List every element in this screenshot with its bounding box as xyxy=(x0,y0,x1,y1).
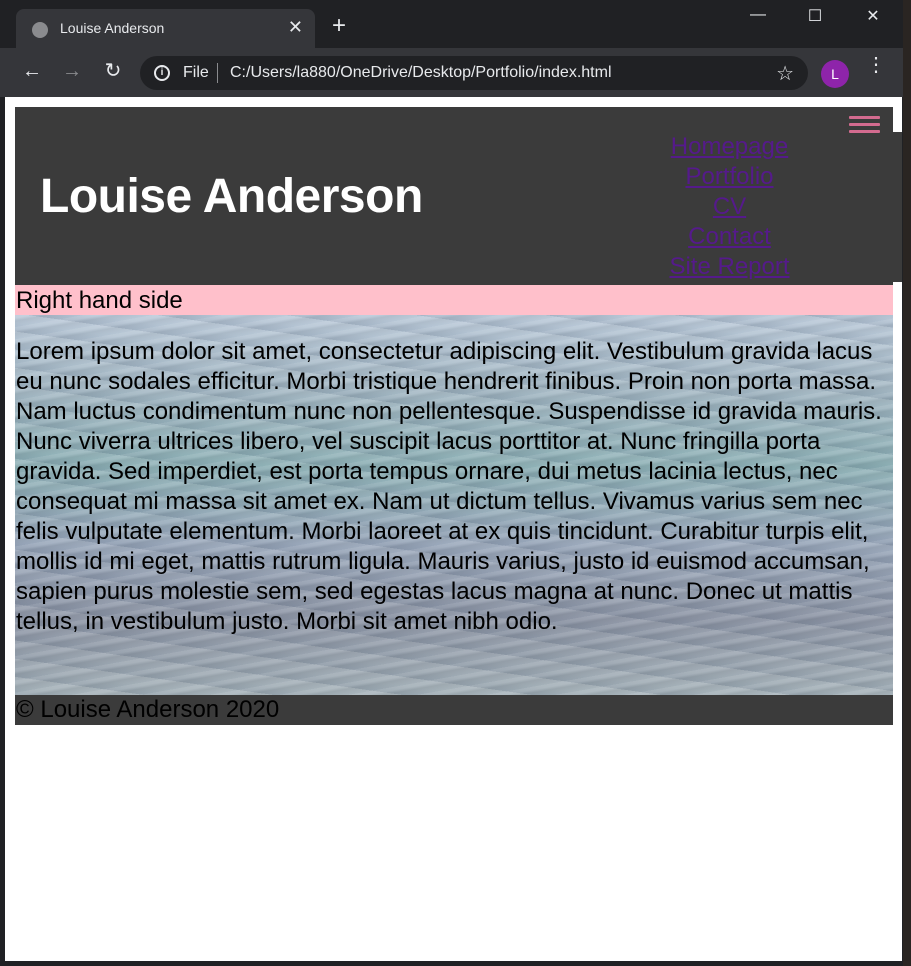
minimize-button[interactable]: — xyxy=(735,6,781,24)
nav-link-contact[interactable]: Contact xyxy=(647,222,812,252)
url-scheme: File xyxy=(183,64,209,81)
hamburger-line xyxy=(849,123,880,126)
address-bar[interactable]: i File C:/Users/la880/OneDrive/Desktop/P… xyxy=(140,56,808,90)
site-header: Louise Anderson Homepage Portfolio CV Co… xyxy=(15,107,893,285)
body-text: Lorem ipsum dolor sit amet, consectetur … xyxy=(16,338,882,635)
close-icon[interactable]: ✕ xyxy=(288,17,303,37)
site-footer: © Louise Anderson 2020 xyxy=(15,695,893,725)
nav-link-cv[interactable]: CV xyxy=(647,192,812,222)
nav-link-portfolio[interactable]: Portfolio xyxy=(647,162,812,192)
nav-link-homepage[interactable]: Homepage xyxy=(647,132,812,162)
hamburger-icon[interactable] xyxy=(849,116,880,133)
banner-text: Right hand side xyxy=(16,287,183,314)
hamburger-line xyxy=(849,116,880,119)
browser-tab[interactable]: Louise Anderson ✕ xyxy=(16,9,315,49)
tab-title: Louise Anderson xyxy=(60,20,165,36)
globe-icon xyxy=(32,22,48,38)
site-nav: Homepage Portfolio CV Contact Site Repor… xyxy=(647,132,812,282)
side-panel-edge xyxy=(893,132,902,282)
divider xyxy=(217,63,218,83)
profile-avatar[interactable]: L xyxy=(821,60,849,88)
footer-text: © Louise Anderson 2020 xyxy=(16,696,280,723)
forward-arrow-icon[interactable]: → xyxy=(60,60,84,82)
back-arrow-icon[interactable]: ← xyxy=(20,60,44,82)
site-title: Louise Anderson xyxy=(40,170,423,223)
main-content: Lorem ipsum dolor sit amet, consectetur … xyxy=(15,315,893,695)
star-icon[interactable]: ☆ xyxy=(776,61,794,86)
reload-icon[interactable]: ↻ xyxy=(101,60,125,82)
url-text[interactable]: C:/Users/la880/OneDrive/Desktop/Portfoli… xyxy=(230,64,612,82)
window-close-button[interactable]: ✕ xyxy=(850,6,896,26)
banner: Right hand side xyxy=(15,285,893,315)
plus-icon[interactable]: + xyxy=(332,14,346,38)
browser-window: Louise Anderson ✕ + — ☐ ✕ ← → ↻ i File C… xyxy=(0,0,903,966)
page-viewport: Louise Anderson Homepage Portfolio CV Co… xyxy=(5,97,902,961)
browser-toolbar: ← → ↻ i File C:/Users/la880/OneDrive/Des… xyxy=(0,48,903,97)
nav-link-site-report[interactable]: Site Report xyxy=(647,252,812,282)
more-vert-icon[interactable]: ⋮ xyxy=(866,55,886,75)
maximize-button[interactable]: ☐ xyxy=(792,6,838,26)
hamburger-line xyxy=(849,130,880,133)
info-icon[interactable]: i xyxy=(154,65,170,81)
title-bar: Louise Anderson ✕ + — ☐ ✕ xyxy=(0,0,903,49)
